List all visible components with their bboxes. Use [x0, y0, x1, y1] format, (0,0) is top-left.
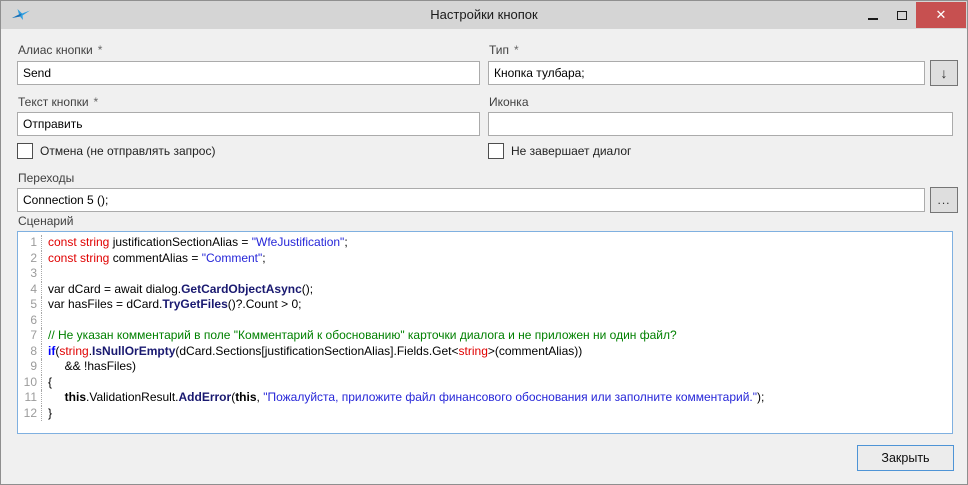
icon-input[interactable] — [488, 112, 953, 136]
code-line: 11 this.ValidationResult.AddError(this, … — [18, 390, 952, 406]
button-settings-dialog: Настройки кнопок ✕ Алиас кнопки* Тип* ↓ … — [0, 0, 968, 485]
no-close-checkbox[interactable] — [488, 143, 504, 159]
type-label: Тип* — [489, 43, 519, 57]
code-line: 7// Не указан комментарий в поле "Коммен… — [18, 328, 952, 344]
code-line: 1const string justificationSectionAlias … — [18, 235, 952, 251]
button-text-label: Текст кнопки* — [18, 95, 98, 109]
line-number: 12 — [18, 406, 42, 422]
script-label: Сценарий — [18, 214, 73, 228]
code-text — [42, 313, 48, 329]
line-number: 6 — [18, 313, 42, 329]
ellipsis-icon: ... — [937, 196, 950, 204]
code-text: this.ValidationResult.AddError(this, "По… — [42, 390, 764, 406]
no-close-checkbox-label: Не завершает диалог — [511, 144, 631, 158]
line-number: 9 — [18, 359, 42, 375]
maximize-icon — [897, 11, 907, 20]
alias-label: Алиас кнопки* — [18, 43, 102, 57]
script-editor-lines: 1const string justificationSectionAlias … — [18, 235, 952, 421]
code-line: 5var hasFiles = dCard.TryGetFiles()?.Cou… — [18, 297, 952, 313]
required-asterisk: * — [98, 43, 103, 57]
code-line: 6 — [18, 313, 952, 329]
code-text: const string commentAlias = "Comment"; — [42, 251, 266, 267]
code-line: 3 — [18, 266, 952, 282]
maximize-button[interactable] — [887, 2, 916, 28]
script-editor[interactable]: 1const string justificationSectionAlias … — [17, 231, 953, 434]
code-text: } — [42, 406, 52, 422]
transitions-label: Переходы — [18, 171, 74, 185]
code-line: 12} — [18, 406, 952, 422]
button-text-input[interactable] — [17, 112, 480, 136]
minimize-icon — [868, 18, 878, 20]
minimize-button[interactable] — [858, 2, 887, 28]
alias-input[interactable] — [17, 61, 480, 85]
line-number: 8 — [18, 344, 42, 360]
transitions-browse-button[interactable]: ... — [930, 187, 958, 213]
no-close-checkbox-row: Не завершает диалог — [488, 143, 631, 159]
code-text: && !hasFiles) — [42, 359, 136, 375]
window-controls: ✕ — [858, 2, 966, 28]
code-line: 9 && !hasFiles) — [18, 359, 952, 375]
arrow-down-icon: ↓ — [941, 65, 948, 81]
code-line: 4var dCard = await dialog.GetCardObjectA… — [18, 282, 952, 298]
close-window-button[interactable]: ✕ — [916, 2, 966, 28]
line-number: 10 — [18, 375, 42, 391]
required-asterisk: * — [94, 95, 99, 109]
code-line: 10{ — [18, 375, 952, 391]
cancel-checkbox-row: Отмена (не отправлять запрос) — [17, 143, 215, 159]
cancel-checkbox-label: Отмена (не отправлять запрос) — [40, 144, 215, 158]
code-text: var hasFiles = dCard.TryGetFiles()?.Coun… — [42, 297, 301, 313]
line-number: 1 — [18, 235, 42, 251]
window-title: Настройки кнопок — [1, 1, 967, 29]
code-text: var dCard = await dialog.GetCardObjectAs… — [42, 282, 313, 298]
code-text — [42, 266, 48, 282]
titlebar[interactable]: Настройки кнопок ✕ — [1, 1, 967, 29]
code-text: if(string.IsNullOrEmpty(dCard.Sections[j… — [42, 344, 582, 360]
code-text: { — [42, 375, 52, 391]
line-number: 5 — [18, 297, 42, 313]
code-line: 2const string commentAlias = "Comment"; — [18, 251, 952, 267]
line-number: 11 — [18, 390, 42, 406]
code-text: const string justificationSectionAlias =… — [42, 235, 348, 251]
code-text: // Не указан комментарий в поле "Коммент… — [42, 328, 677, 344]
line-number: 2 — [18, 251, 42, 267]
line-number: 3 — [18, 266, 42, 282]
required-asterisk: * — [514, 43, 519, 57]
cancel-checkbox[interactable] — [17, 143, 33, 159]
transitions-input[interactable] — [17, 188, 925, 212]
icon-label: Иконка — [489, 95, 529, 109]
close-dialog-button[interactable]: Закрыть — [857, 445, 954, 471]
code-line: 8if(string.IsNullOrEmpty(dCard.Sections[… — [18, 344, 952, 360]
type-input[interactable] — [488, 61, 925, 85]
line-number: 7 — [18, 328, 42, 344]
line-number: 4 — [18, 282, 42, 298]
type-dropdown-button[interactable]: ↓ — [930, 60, 958, 86]
